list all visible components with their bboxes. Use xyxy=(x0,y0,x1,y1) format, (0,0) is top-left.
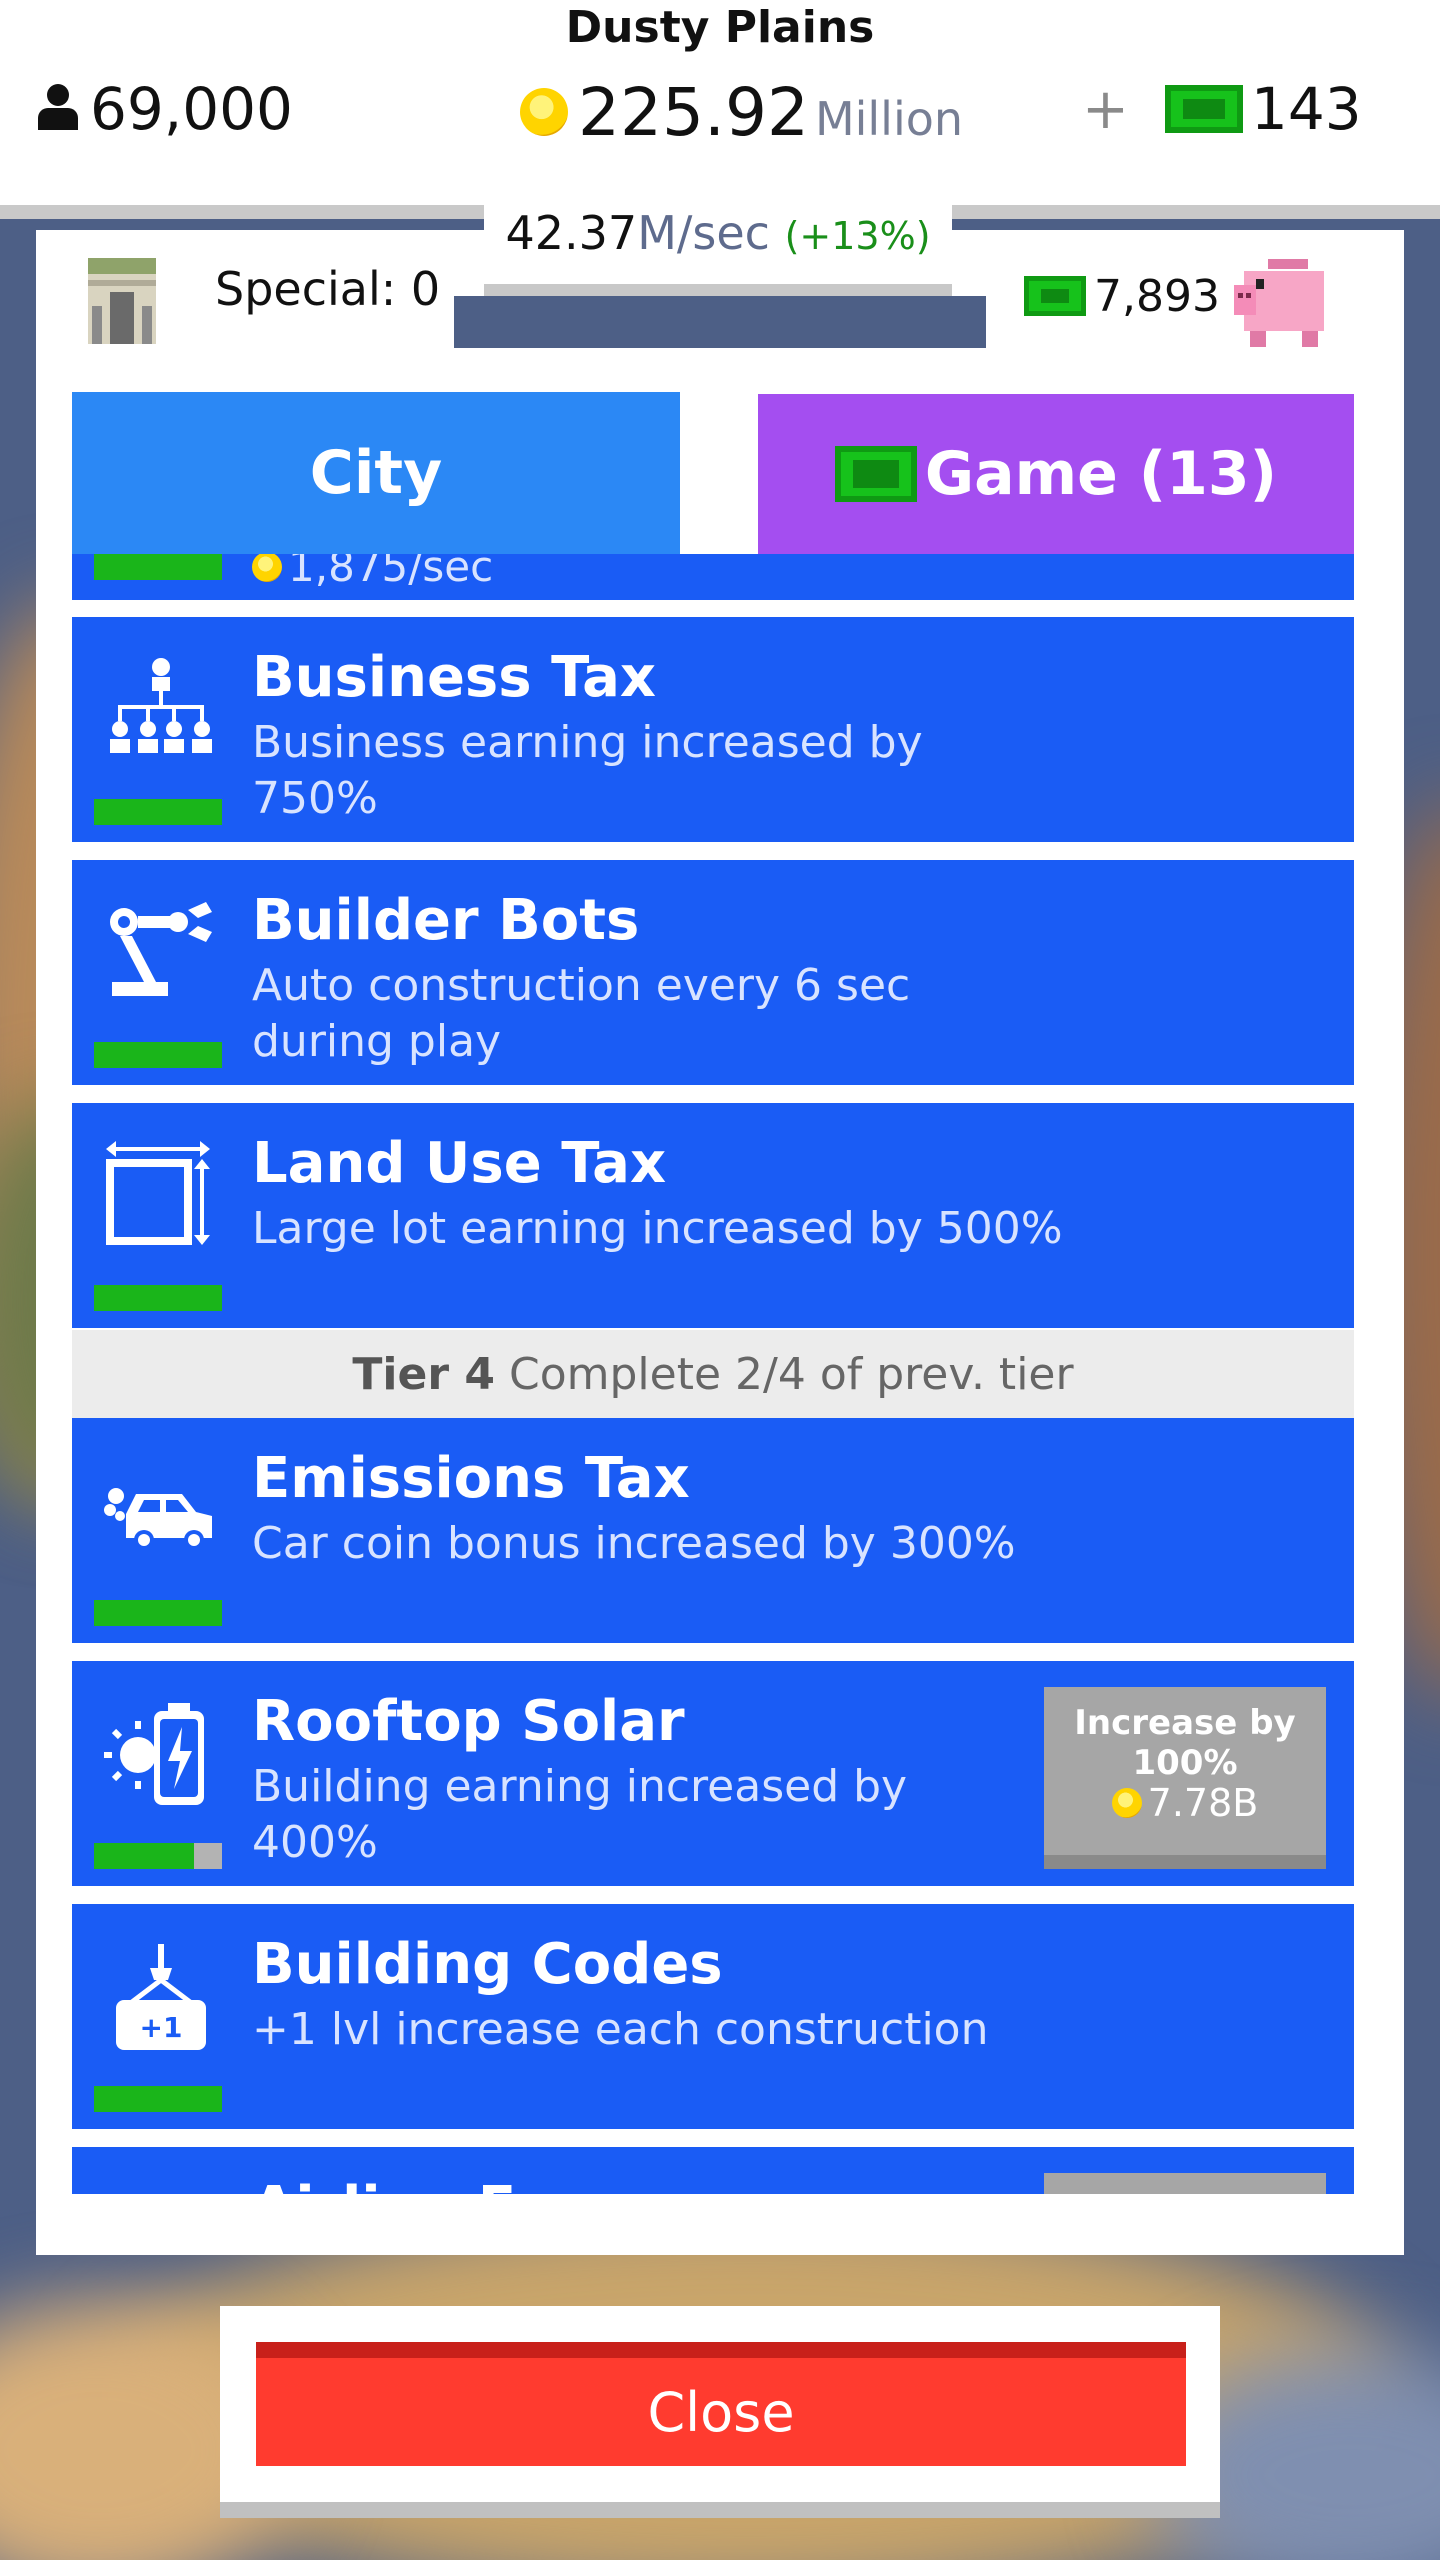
tab-game-label: Game (13) xyxy=(924,439,1278,509)
buy-line1: Increase by xyxy=(1074,1703,1296,1743)
upgrade-title: Airline Fees xyxy=(252,2175,623,2194)
rate-unit: M/sec xyxy=(637,206,770,260)
upgrade-title: Emissions Tax xyxy=(252,1446,690,1511)
upgrade-title: Builder Bots xyxy=(252,888,640,953)
city-name: Dusty Plains xyxy=(565,2,875,53)
upgrade-desc: Business earning increased by 750% xyxy=(252,717,923,824)
rate-value: 42.37 xyxy=(505,206,638,260)
piggy-bank-icon[interactable] xyxy=(1230,245,1340,355)
tier-header: Tier 4 Complete 2/4 of prev. tier xyxy=(72,1330,1354,1418)
cash-value: 143 xyxy=(1250,75,1362,143)
bank-amount: 7,893 xyxy=(1094,270,1220,322)
increase-buy-button[interactable]: Increase by 100% 7.78B xyxy=(1044,1687,1326,1869)
solar-battery-icon xyxy=(104,1703,204,1805)
tier-requirement: Complete 2/4 of prev. tier xyxy=(508,1348,1074,1400)
upgrade-desc: Car coin bonus increased by 300% xyxy=(252,1518,1016,1569)
upgrade-business-tax[interactable]: Business Tax Business earning increased … xyxy=(72,617,1354,842)
land-lot-icon xyxy=(106,1141,210,1245)
tier-label: Tier 4 xyxy=(352,1348,495,1400)
upgrade-title: Business Tax xyxy=(252,645,656,710)
coins-display: 225.92 Million xyxy=(520,72,963,152)
income-rate: 42.37M/sec (+13%) xyxy=(484,206,952,260)
progress-bar xyxy=(94,1042,222,1068)
buy-price: 7.78B xyxy=(1044,1783,1326,1823)
upgrade-list[interactable]: 1,875/sec Business Tax Business earning … xyxy=(72,554,1354,2194)
upgrade-title: Land Use Tax xyxy=(252,1131,667,1196)
progress-bar xyxy=(94,554,222,580)
progress-bar xyxy=(94,2086,222,2112)
upgrade-land-use-tax[interactable]: Land Use Tax Large lot earning increased… xyxy=(72,1103,1354,1328)
car-emissions-icon xyxy=(104,1488,212,1550)
progress-bar xyxy=(94,1285,222,1311)
landmark-arch-icon xyxy=(88,258,156,344)
crane-plus-icon: +1 xyxy=(116,1944,206,2050)
upgrade-airline-fees[interactable]: Airline Fees xyxy=(72,2147,1354,2194)
progress-fill xyxy=(94,1843,194,1869)
partial-row-rate: 1,875/sec xyxy=(252,554,493,591)
upgrade-desc: Large lot earning increased by 500% xyxy=(252,1203,1063,1254)
add-cash-button[interactable]: + xyxy=(1082,77,1129,142)
coins-value: 225.92 xyxy=(578,73,809,151)
org-chart-icon xyxy=(110,658,212,753)
rate-bonus: (+13%) xyxy=(784,214,931,258)
buy-price-value: 7.78B xyxy=(1147,1781,1259,1825)
upgrade-title: Building Codes xyxy=(252,1932,723,1997)
population-value: 69,000 xyxy=(90,75,293,143)
progress-bar xyxy=(94,1600,222,1626)
robot-arm-icon xyxy=(110,902,212,996)
tab-city[interactable]: City xyxy=(72,392,680,554)
coins-unit: Million xyxy=(814,92,964,146)
panel-notch xyxy=(454,296,986,348)
bank-amount-display: 7,893 xyxy=(1024,268,1220,324)
progress-bar xyxy=(94,1843,222,1869)
buy-line2: 100% xyxy=(1132,1743,1238,1783)
close-button[interactable]: Close xyxy=(256,2342,1186,2466)
upgrade-builder-bots[interactable]: Builder Bots Auto construction every 6 s… xyxy=(72,860,1354,1085)
list-item: 1,875/sec xyxy=(72,554,1354,600)
population-display: 69,000 xyxy=(36,74,293,144)
upgrade-title: Rooftop Solar xyxy=(252,1689,685,1754)
coin-icon xyxy=(520,88,568,136)
population-icon xyxy=(36,84,80,134)
tab-game[interactable]: Game (13) xyxy=(758,394,1354,554)
special-count: Special: 0 xyxy=(215,262,441,316)
progress-bar xyxy=(94,799,222,825)
cash-icon xyxy=(1164,85,1243,133)
coin-icon xyxy=(252,554,282,582)
upgrade-desc: Auto construction every 6 sec during pla… xyxy=(252,960,911,1067)
upgrade-rooftop-solar[interactable]: Rooftop Solar Building earning increased… xyxy=(72,1661,1354,1886)
upgrade-desc: +1 lvl increase each construction xyxy=(252,2004,989,2055)
cash-icon-small xyxy=(1024,276,1086,316)
partial-row-text: 1,875/sec xyxy=(288,554,494,591)
upgrade-building-codes[interactable]: +1 Building Codes +1 lvl increase each c… xyxy=(72,1904,1354,2129)
upgrade-emissions-tax[interactable]: Emissions Tax Car coin bonus increased b… xyxy=(72,1418,1354,1643)
upgrade-desc: Building earning increased by 400% xyxy=(252,1761,908,1868)
coin-icon xyxy=(1111,1788,1142,1818)
increase-buy-button[interactable] xyxy=(1044,2173,1326,2194)
cash-icon xyxy=(834,446,917,502)
cash-display[interactable]: + 143 xyxy=(1082,74,1362,144)
svg-text:+1: +1 xyxy=(140,2011,183,2044)
